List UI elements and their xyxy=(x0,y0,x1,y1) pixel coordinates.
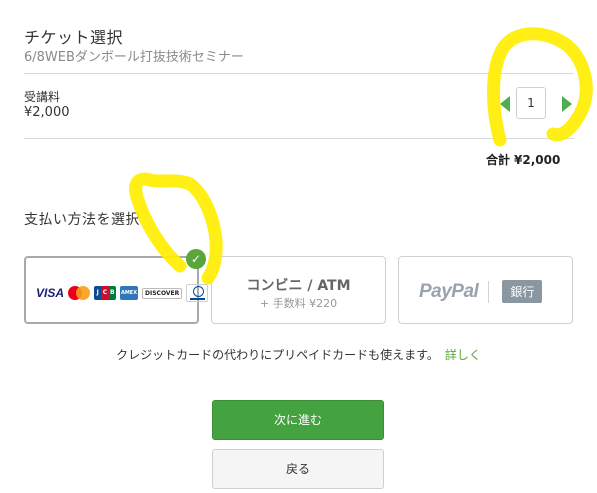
separator xyxy=(488,280,490,303)
convenience-fee: + 手数料 ¥220 xyxy=(259,297,338,310)
event-name: 6/8WEBダンボール打抜技術セミナー xyxy=(24,50,244,65)
quantity-input[interactable] xyxy=(516,87,546,119)
amex-logo: AMEX xyxy=(120,286,139,300)
quantity-stepper xyxy=(500,86,572,120)
page-title: チケット選択 xyxy=(24,28,124,47)
prepaid-note-text: クレジットカードの代わりにプリペイドカードも使えます。 xyxy=(116,348,439,362)
paypal-bank-group: PayPal 銀行 xyxy=(419,280,543,303)
order-total: 合計 ¥2,000 xyxy=(486,151,560,168)
jcb-logo: J C B xyxy=(94,286,116,300)
learn-more-link[interactable]: 詳しく xyxy=(445,348,481,362)
prepaid-note: クレジットカードの代わりにプリペイドカードも使えます。 詳しく xyxy=(0,346,597,363)
payment-option-paypal-bank[interactable]: PayPal 銀行 xyxy=(398,256,573,324)
discover-logo: DISCOVER xyxy=(142,287,183,299)
back-button[interactable]: 戻る xyxy=(212,449,384,489)
diners-club-logo xyxy=(186,284,209,302)
mastercard-logo xyxy=(68,286,91,300)
check-icon: ✓ xyxy=(186,249,206,269)
decrement-button[interactable] xyxy=(500,96,510,112)
card-brand-logos: VISA J C B AMEX DISCOVER xyxy=(36,284,209,302)
divider-top xyxy=(24,73,574,74)
convenience-label: コンビニ / ATM xyxy=(246,278,351,294)
payment-option-credit-card[interactable]: VISA J C B AMEX DISCOVER ✓ xyxy=(24,249,209,324)
jcb-letter-c: C xyxy=(101,286,109,300)
payment-method-title: 支払い方法を選択 xyxy=(24,212,140,228)
next-button[interactable]: 次に進む xyxy=(212,400,384,440)
visa-logo: VISA xyxy=(36,286,65,300)
payment-option-convenience-store[interactable]: コンビニ / ATM + 手数料 ¥220 xyxy=(211,256,386,324)
paypal-logo: PayPal xyxy=(419,280,479,302)
bank-badge: 銀行 xyxy=(502,280,543,303)
increment-button[interactable] xyxy=(562,96,572,112)
ticket-item-price: ¥2,000 xyxy=(24,105,70,120)
divider-bottom xyxy=(24,138,574,139)
jcb-letter-j: J xyxy=(94,286,102,300)
total-value: ¥2,000 xyxy=(514,153,561,167)
total-label: 合計 xyxy=(486,153,511,167)
ticket-item-name: 受講料 xyxy=(24,90,61,104)
jcb-letter-b: B xyxy=(108,286,116,300)
